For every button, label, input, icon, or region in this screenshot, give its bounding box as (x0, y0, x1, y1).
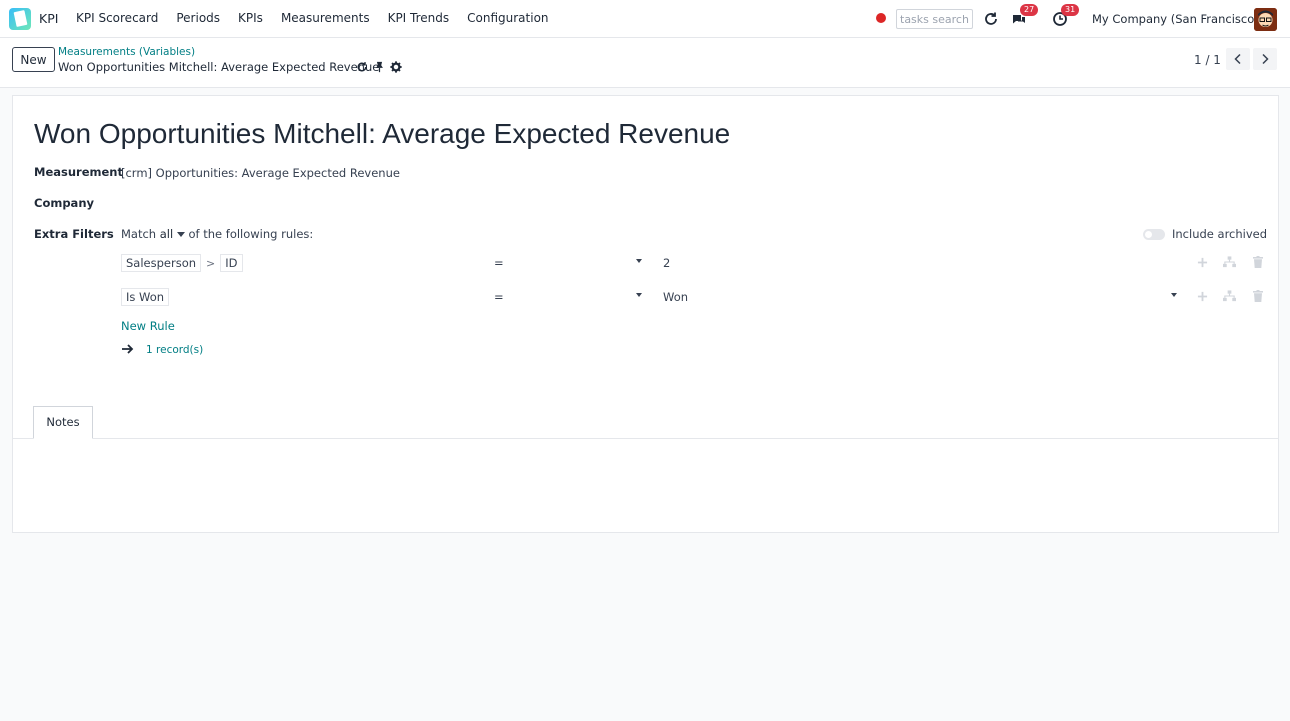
record-tools (356, 61, 402, 73)
discard-changes-icon[interactable] (356, 61, 368, 73)
match-mode-select[interactable]: all (160, 227, 185, 241)
new-rule-link[interactable]: New Rule (121, 319, 175, 333)
form-sheet: Won Opportunities Mitchell: Average Expe… (12, 95, 1279, 533)
operator-caret-icon[interactable] (636, 259, 642, 263)
control-panel: New Measurements (Variables) Won Opportu… (0, 38, 1290, 88)
measurement-field[interactable]: [crm] Opportunities: Average Expected Re… (121, 166, 400, 180)
new-button[interactable]: New (12, 47, 55, 72)
activities-clock-icon[interactable]: 31 (1051, 4, 1080, 28)
notebook-divider (13, 438, 1278, 439)
filter-rule-row: Is Won = Won (121, 288, 1263, 310)
rule-value-select[interactable]: Won (663, 290, 688, 304)
menu-kpi-trends[interactable]: KPI Trends (388, 11, 450, 25)
match-prefix: Match (121, 227, 157, 241)
pager-next-button[interactable] (1253, 48, 1277, 70)
company-switcher[interactable]: My Company (San Francisco) (1092, 12, 1259, 26)
company-label: Company (34, 196, 94, 210)
add-branch-icon[interactable] (1221, 288, 1237, 304)
chevron-left-icon (1234, 53, 1241, 65)
measurement-label: Measurement (34, 165, 123, 179)
refresh-icon[interactable] (982, 10, 1000, 28)
activities-badge: 31 (1061, 4, 1080, 16)
rule-value-input[interactable]: 2 (663, 256, 670, 270)
menu-configuration[interactable]: Configuration (467, 11, 548, 25)
match-rules-sentence: Match all of the following rules: (121, 227, 313, 241)
rule-path-selector[interactable]: Salesperson > ID (121, 254, 243, 272)
path-segment: Is Won (121, 288, 170, 306)
top-navbar: KPI KPI Scorecard Periods KPIs Measureme… (0, 0, 1290, 38)
menu-periods[interactable]: Periods (176, 11, 220, 25)
tab-notes[interactable]: Notes (33, 406, 93, 439)
kpi-app-icon[interactable] (9, 8, 31, 30)
recording-indicator-icon[interactable] (876, 13, 886, 23)
menu-measurements[interactable]: Measurements (281, 11, 370, 25)
main-menu: KPI Scorecard Periods KPIs Measurements … (76, 11, 567, 25)
arrow-right-icon (121, 343, 134, 357)
value-caret-icon[interactable] (1171, 293, 1177, 297)
pin-icon[interactable] (373, 61, 385, 73)
delete-rule-icon[interactable] (1250, 254, 1266, 270)
record-title[interactable]: Won Opportunities Mitchell: Average Expe… (34, 118, 730, 150)
add-rule-icon[interactable] (1194, 254, 1210, 270)
include-archived-toggle[interactable] (1143, 229, 1165, 240)
matching-records-link[interactable]: 1 record(s) (146, 344, 203, 356)
tasks-search-input[interactable] (896, 9, 973, 29)
match-mode-value: all (159, 227, 174, 241)
rule-path-selector[interactable]: Is Won (121, 288, 170, 306)
extra-filters-label: Extra Filters (34, 227, 114, 241)
breadcrumb-current: Won Opportunities Mitchell: Average Expe… (58, 60, 380, 74)
chevron-right-icon: > (206, 256, 216, 270)
delete-rule-icon[interactable] (1250, 288, 1266, 304)
pager-previous-button[interactable] (1226, 48, 1250, 70)
messages-icon[interactable]: 27 (1010, 4, 1039, 28)
gear-icon[interactable] (390, 61, 402, 73)
menu-kpi-scorecard[interactable]: KPI Scorecard (76, 11, 158, 25)
path-segment: ID (220, 254, 243, 272)
app-name[interactable]: KPI (39, 11, 58, 26)
rule-operator-select[interactable]: = (494, 256, 504, 270)
add-branch-icon[interactable] (1221, 254, 1237, 270)
path-segment: Salesperson (121, 254, 202, 272)
include-archived-label: Include archived (1172, 227, 1268, 241)
breadcrumb-parent-link[interactable]: Measurements (Variables) (58, 46, 195, 58)
filter-rule-row: Salesperson > ID = 2 (121, 254, 1263, 276)
pager-value[interactable]: 1 / 1 (1194, 53, 1221, 67)
match-suffix: of the following rules: (188, 227, 314, 241)
chevron-right-icon (1262, 53, 1269, 65)
menu-kpis[interactable]: KPIs (238, 11, 263, 25)
operator-caret-icon[interactable] (636, 293, 642, 297)
rule-operator-select[interactable]: = (494, 290, 504, 304)
add-rule-icon[interactable] (1194, 288, 1210, 304)
user-avatar[interactable] (1254, 8, 1277, 31)
caret-down-icon (176, 232, 185, 237)
messages-badge: 27 (1020, 4, 1039, 16)
